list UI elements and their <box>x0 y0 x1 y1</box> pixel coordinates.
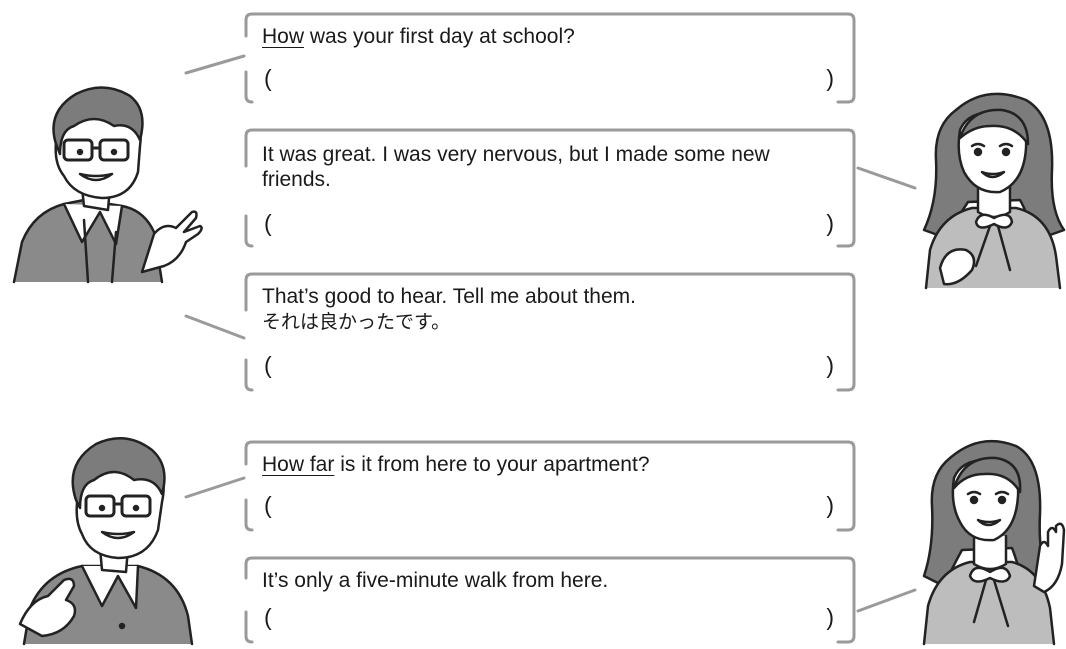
answer-close-paren: ) <box>826 352 834 378</box>
prompt-line-5: It’s only a five-minute walk from here. <box>262 569 609 592</box>
answer-close-paren: ) <box>826 210 834 236</box>
speech-bubble-1: How was your first day at school? ( ) <box>242 10 858 104</box>
prompt-line-3: That’s good to hear. Tell me about them. <box>262 285 636 308</box>
speech-bubble-3: That’s good to hear. Tell me about them.… <box>242 270 858 392</box>
speech-bubble-4: How far is it from here to your apartmen… <box>242 438 858 532</box>
answer-open-paren: ( <box>264 492 272 518</box>
answer-open-paren: ( <box>264 65 272 91</box>
answer-close-paren: ) <box>826 65 834 91</box>
prompt-text: was your first day at school? <box>304 25 575 48</box>
woman-illustration-top <box>916 90 1066 290</box>
prompt-line-2: It was great. I was very nervous, but I … <box>262 143 770 191</box>
answer-open-paren: ( <box>264 210 272 236</box>
answer-close-paren: ) <box>826 492 834 518</box>
speech-bubble-2: It was great. I was very nervous, but I … <box>242 126 858 248</box>
prompt-text: is it from here to your apartment? <box>334 453 650 476</box>
man-illustration-top <box>4 82 210 288</box>
speech-bubble-5: It’s only a five-minute walk from here. … <box>242 554 858 644</box>
woman-illustration-bottom <box>916 436 1066 646</box>
underlined-phrase: How <box>262 25 305 48</box>
prompt-line-1: How was your first day at school? <box>262 24 834 49</box>
answer-close-paren: ) <box>826 604 834 630</box>
japanese-note: それは良かったです。 <box>262 312 451 333</box>
man-illustration-bottom <box>18 430 218 646</box>
answer-open-paren: ( <box>264 352 272 378</box>
prompt-line-4: How far is it from here to your apartmen… <box>262 452 834 477</box>
underlined-phrase: How far <box>262 453 335 476</box>
answer-open-paren: ( <box>264 604 272 630</box>
